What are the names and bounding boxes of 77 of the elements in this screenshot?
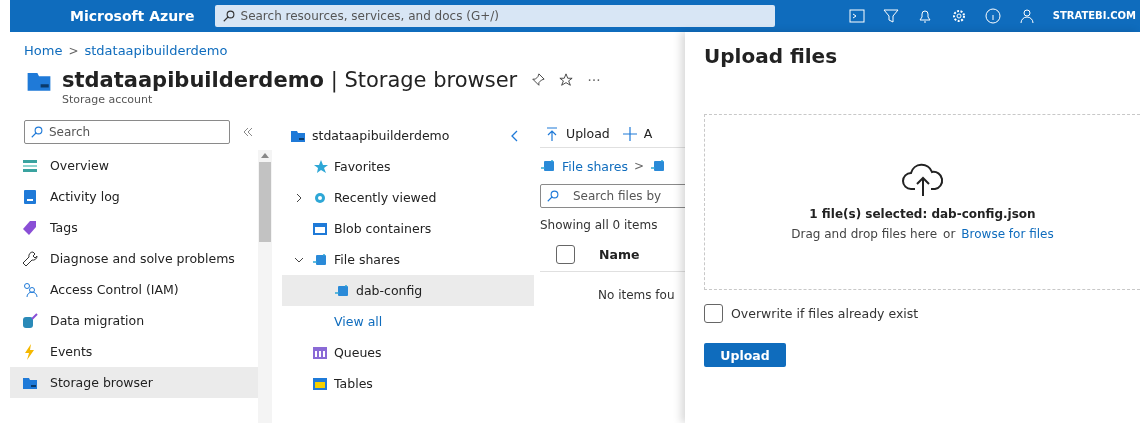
tree-item[interactable]: Blob containers <box>282 213 534 244</box>
column-header[interactable]: Name <box>599 247 640 262</box>
or-text: or <box>943 227 956 241</box>
brand-name[interactable]: Microsoft Azure <box>70 7 195 25</box>
selected-files-text: 1 file(s) selected: dab-config.json <box>809 207 1036 221</box>
file-share-icon <box>334 282 350 299</box>
tag-icon <box>22 219 38 236</box>
menu-item[interactable]: Access Control (IAM) <box>10 274 258 305</box>
toolbar-button[interactable]: Upload <box>544 125 610 142</box>
menu-item[interactable]: Events <box>10 336 258 367</box>
search-field[interactable]: Search <box>24 120 230 144</box>
page-title: stdataapibuilderdemo | Storage browser <box>62 68 518 92</box>
bell-icon[interactable] <box>916 8 933 24</box>
filter-icon[interactable] <box>882 8 899 24</box>
breadcrumb-link[interactable]: stdataapibuilderdemo <box>84 43 228 58</box>
scroll-up-icon[interactable] <box>261 152 269 158</box>
path-separator: > <box>634 159 645 173</box>
account-name[interactable]: STRATEBI.COM <box>1052 10 1140 22</box>
scrollbar[interactable] <box>258 150 272 423</box>
cloud-upload-icon <box>900 163 945 197</box>
drop-zone[interactable]: 1 file(s) selected: dab-config.json Drag and drop files here or Browse for files <box>704 114 1140 290</box>
pin-icon[interactable] <box>531 73 546 87</box>
toolbar-button[interactable]: A <box>621 125 653 142</box>
browse-link[interactable]: Browse for files <box>961 227 1054 241</box>
breadcrumb-separator: > <box>68 43 79 58</box>
path-link[interactable]: File shares <box>562 158 629 174</box>
panel-title: Upload files <box>704 44 839 68</box>
overview-icon <box>22 157 38 174</box>
wrench-icon <box>22 250 38 267</box>
global-search-field[interactable]: Search resources, services, and docs (G+/) <box>214 5 775 27</box>
search-icon <box>547 190 559 202</box>
queue-icon <box>312 344 328 361</box>
tree-item[interactable]: Recently viewed <box>282 182 534 213</box>
help-icon[interactable] <box>984 8 1001 24</box>
menu-item[interactable]: Overview <box>10 150 258 181</box>
tree-root[interactable]: stdataapibuilderdemo <box>282 120 534 151</box>
file-search-field[interactable]: Search files by <box>540 184 685 208</box>
tree-item[interactable]: Tables <box>282 368 534 399</box>
item-count: Showing all 0 items <box>540 217 659 234</box>
people-icon <box>22 281 38 298</box>
tree-item[interactable]: Queues <box>282 337 534 368</box>
menu-item[interactable]: Activity log <box>10 181 258 212</box>
file-share-icon <box>312 251 328 268</box>
file-share-icon <box>650 158 667 174</box>
overwrite-checkbox[interactable] <box>704 304 723 323</box>
database-icon <box>22 312 38 329</box>
search-icon <box>31 126 43 138</box>
upload-icon <box>544 125 560 142</box>
container-icon <box>312 220 328 237</box>
table-icon <box>312 375 328 392</box>
empty-message: No items fou <box>597 287 676 302</box>
select-all-checkbox[interactable] <box>556 245 575 264</box>
breadcrumb-link[interactable]: Home <box>24 43 63 58</box>
menu-item[interactable]: Data migration <box>10 305 258 336</box>
tree-item[interactable]: dab-config <box>282 275 534 306</box>
search-icon <box>222 10 235 22</box>
tree-item[interactable]: Favorites <box>282 151 534 182</box>
plus-icon <box>621 125 638 142</box>
chevron-right-icon[interactable] <box>294 192 304 203</box>
menu-item[interactable]: Storage browser <box>10 367 258 398</box>
settings-icon[interactable] <box>950 8 967 24</box>
upload-button[interactable]: Upload <box>704 343 786 367</box>
star-icon <box>312 158 328 175</box>
page-subtitle: Storage account <box>62 93 154 106</box>
chevron-left-icon[interactable] <box>510 129 520 142</box>
tree-item[interactable]: File shares <box>282 244 534 275</box>
drop-hint: Drag and drop files here <box>791 227 938 241</box>
file-share-icon <box>540 158 556 174</box>
terminal-icon[interactable] <box>848 8 865 24</box>
menu-item[interactable]: Tags <box>10 212 258 243</box>
log-icon <box>22 188 38 205</box>
person-icon[interactable] <box>1018 8 1035 24</box>
menu-item[interactable]: Diagnose and solve problems <box>10 243 258 274</box>
star-icon[interactable] <box>559 73 574 87</box>
view-all-link[interactable]: View all <box>282 306 534 337</box>
checkbox-label: Overwrite if files already exist <box>731 306 919 321</box>
collapse-icon[interactable] <box>242 127 254 137</box>
